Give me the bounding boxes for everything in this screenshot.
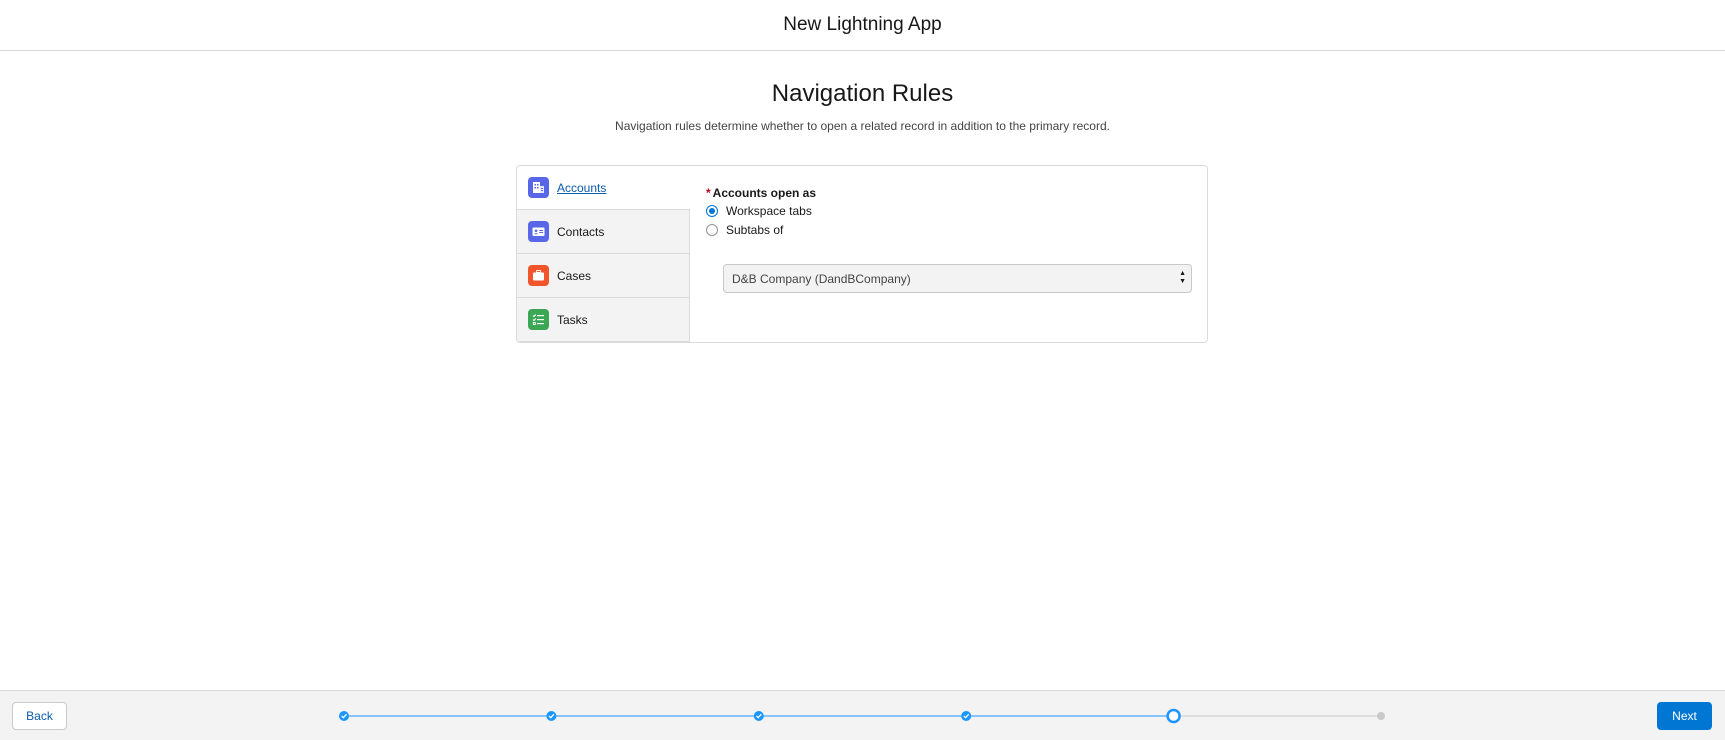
section-description: Navigation rules determine whether to op… (615, 119, 1110, 133)
nav-item-label: Cases (557, 268, 592, 283)
radio-button-checked[interactable] (706, 205, 718, 217)
navigation-rules-card: Accounts Contacts Cases Tasks * Accounts… (516, 165, 1208, 343)
next-button[interactable]: Next (1657, 702, 1712, 730)
progress-step-complete-icon[interactable] (546, 711, 557, 721)
case-icon (528, 265, 549, 286)
nav-item-tasks[interactable]: Tasks (517, 298, 689, 342)
section-title: Navigation Rules (771, 80, 954, 107)
page-title: New Lightning App (783, 14, 942, 35)
app-page: New Lightning App Navigation Rules Navig… (0, 0, 1725, 740)
select-arrows-icon: ▲ ▼ (1179, 270, 1186, 285)
nav-item-cases[interactable]: Cases (517, 254, 689, 298)
wizard-footer: Back Next (0, 690, 1725, 740)
nav-item-contacts[interactable]: Contacts (517, 210, 689, 254)
progress-step-current-icon[interactable] (1166, 708, 1181, 724)
progress-step-complete-icon[interactable] (753, 711, 764, 721)
radio-button-unchecked[interactable] (706, 224, 718, 236)
required-marker: * (706, 186, 711, 200)
radio-workspace-tabs[interactable]: Workspace tabs (706, 204, 812, 218)
nav-item-accounts[interactable]: Accounts (517, 166, 690, 210)
progress-step-incomplete-icon[interactable] (1377, 712, 1385, 720)
radio-subtabs-of[interactable]: Subtabs of (706, 223, 783, 237)
progress-indicator (339, 708, 1385, 724)
parent-object-select[interactable]: D&B Company (DandBCompany) ▲ ▼ (723, 264, 1192, 293)
object-nav-list: Accounts Contacts Cases Tasks (517, 166, 690, 342)
account-icon (528, 177, 549, 198)
select-value: D&B Company (DandBCompany) (732, 271, 911, 286)
task-icon (528, 309, 549, 330)
rule-settings-pane: * Accounts open as Workspace tabs Subtabs… (690, 166, 1207, 342)
radio-label: Workspace tabs (726, 204, 812, 218)
app-header: New Lightning App (0, 0, 1725, 51)
back-button[interactable]: Back (12, 702, 67, 730)
open-as-label-text: Accounts open as (712, 186, 817, 200)
nav-item-label: Contacts (557, 224, 605, 239)
progress-step-complete-icon[interactable] (961, 711, 972, 721)
nav-item-label: Tasks (557, 312, 588, 327)
open-as-label: * Accounts open as (706, 186, 816, 200)
progress-step-complete-icon[interactable] (339, 711, 349, 721)
contact-icon (528, 221, 549, 242)
nav-item-label: Accounts (557, 180, 607, 195)
radio-label: Subtabs of (726, 223, 784, 237)
